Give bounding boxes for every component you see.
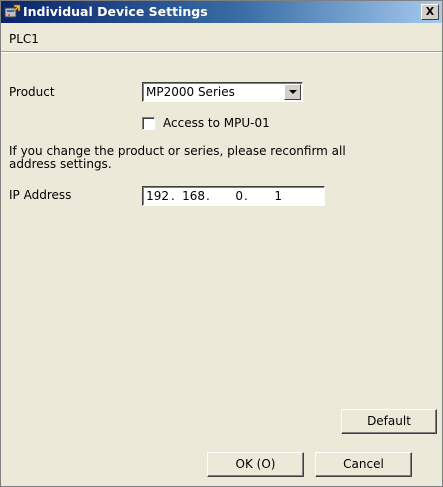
cancel-button[interactable]: Cancel (315, 452, 412, 477)
chevron-down-icon[interactable] (284, 84, 301, 100)
ip-dot-3: . (244, 189, 248, 203)
ip-dot-1: . (171, 189, 175, 203)
device-name-label: PLC1 (9, 32, 39, 46)
reconfirm-note: If you change the product or series, ple… (9, 144, 346, 171)
ip-address-input[interactable]: 192 . 168 . 0 . 1 (142, 186, 325, 206)
ip-octet-3[interactable]: 0 (215, 189, 243, 203)
ip-dot-2: . (206, 189, 210, 203)
ip-octet-2[interactable]: 168 (177, 189, 205, 203)
device-settings-icon (4, 4, 21, 18)
product-select[interactable]: MP2000 Series (142, 82, 303, 102)
header-divider (1, 51, 442, 53)
product-label: Product (9, 85, 55, 99)
ip-octet-4[interactable]: 1 (254, 189, 282, 203)
close-button[interactable]: X (421, 4, 439, 20)
window-title: Individual Device Settings (23, 4, 208, 19)
ip-octet-1[interactable]: 192 (141, 189, 169, 203)
dialog-window: Individual Device Settings X PLC1 Produc… (0, 0, 443, 487)
default-button[interactable]: Default (341, 409, 437, 434)
access-mpu-checkbox[interactable] (142, 117, 155, 130)
title-bar[interactable]: Individual Device Settings X (1, 1, 442, 23)
product-select-value: MP2000 Series (146, 85, 235, 99)
access-mpu-label[interactable]: Access to MPU-01 (163, 116, 270, 130)
close-icon: X (425, 5, 435, 18)
ip-address-label: IP Address (9, 188, 72, 202)
ok-button[interactable]: OK (O) (207, 452, 304, 477)
